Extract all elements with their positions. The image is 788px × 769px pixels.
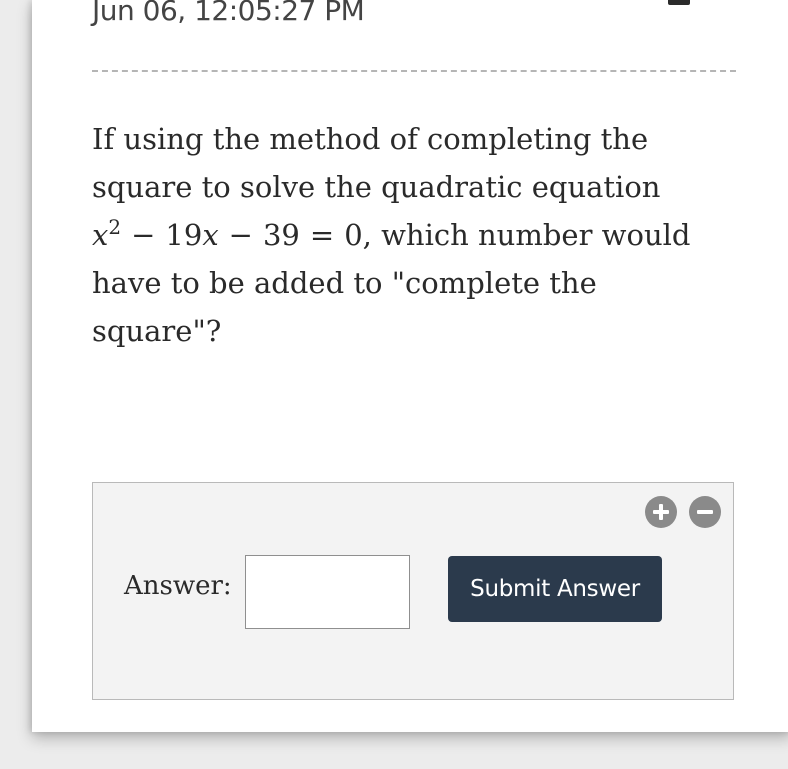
- minus-circle-icon: [697, 510, 713, 514]
- question-card: Jun 06, 12:05:27 PM If using the method …: [32, 0, 788, 732]
- quadratic-equation: x2−19x −39 = 0: [92, 215, 363, 252]
- question-text-before: If using the method of completing the sq…: [92, 122, 661, 204]
- equation-minus-2: −: [228, 218, 253, 252]
- equation-constant: 39: [262, 218, 300, 252]
- equation-minus-1: −: [131, 218, 156, 252]
- question-text: If using the method of completing the sq…: [92, 115, 732, 355]
- equation-exponent: 2: [108, 215, 122, 239]
- dashed-divider: [92, 70, 736, 72]
- equation-rhs: 0: [344, 218, 363, 252]
- answer-input[interactable]: [245, 555, 410, 629]
- equation-coefficient: 19: [165, 218, 203, 252]
- corner-tab: [668, 0, 690, 5]
- plus-circle-icon: [653, 504, 669, 520]
- equation-variable: x: [92, 218, 109, 252]
- answer-label: Answer:: [124, 571, 232, 601]
- zoom-out-button[interactable]: [689, 496, 721, 528]
- submit-answer-button[interactable]: Submit Answer: [448, 556, 662, 622]
- equation-equals: =: [309, 218, 335, 252]
- zoom-in-button[interactable]: [645, 496, 677, 528]
- question-timestamp: Jun 06, 12:05:27 PM: [92, 0, 365, 27]
- equation-variable-2: x: [202, 218, 219, 252]
- answer-panel: Answer: Submit Answer: [92, 482, 734, 700]
